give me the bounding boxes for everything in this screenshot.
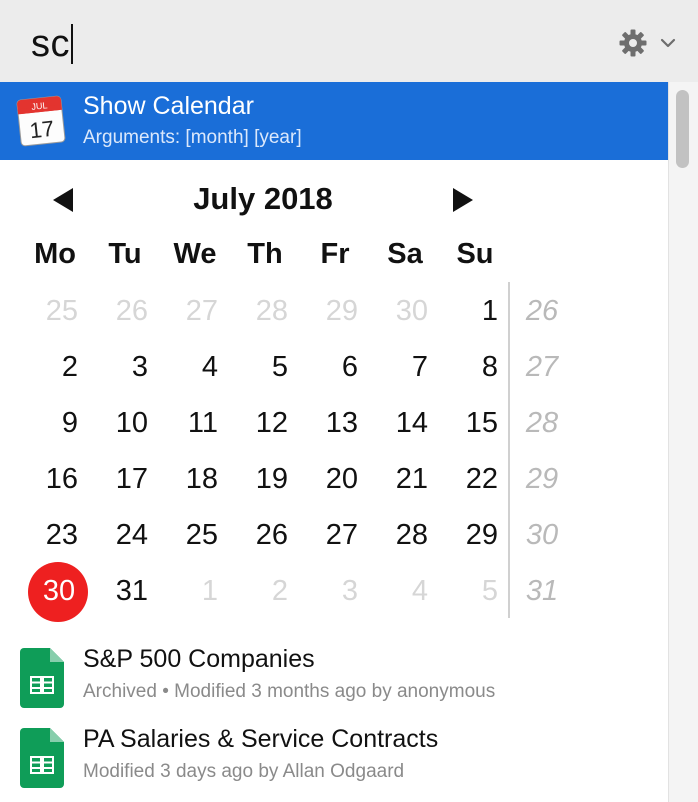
result-title: PA Salaries & Service Contracts [83, 725, 439, 753]
week-number: 26 [525, 295, 559, 327]
calendar-day[interactable]: 25 [20, 293, 90, 329]
calendar-day[interactable]: 4 [370, 573, 440, 609]
calendar-day[interactable]: 7 [370, 349, 440, 385]
week-number: 30 [525, 519, 559, 551]
scrollbar-thumb[interactable] [676, 90, 689, 168]
calendar-day[interactable]: 24 [90, 517, 160, 553]
calendar-day[interactable]: 30 [370, 293, 440, 329]
calendar-day[interactable]: 28 [370, 517, 440, 553]
calendar-icon-month: JUL [31, 100, 48, 112]
calendar-day[interactable]: 19 [230, 461, 300, 497]
weekday-label: We [173, 238, 217, 270]
calendar-icon-day: 17 [28, 116, 55, 143]
google-sheets-icon [20, 648, 64, 708]
text-caret [71, 24, 73, 64]
weekday-label: Mo [34, 238, 76, 270]
search-input[interactable]: sc [31, 22, 73, 66]
calendar-day[interactable]: 2 [230, 573, 300, 609]
result-show-calendar[interactable]: JUL 17 Show Calendar Arguments: [month] … [0, 82, 668, 160]
calendar-day[interactable]: 29 [440, 517, 510, 553]
week-number: 28 [525, 407, 559, 439]
calendar-day[interactable]: 1 [440, 293, 510, 329]
calendar-day[interactable]: 17 [90, 461, 160, 497]
next-month-arrow-icon[interactable] [453, 188, 473, 212]
calendar-day[interactable]: 16 [20, 461, 90, 497]
weekday-label: Tu [108, 238, 142, 270]
calendar-day[interactable]: 11 [160, 405, 230, 441]
calendar-day[interactable]: 18 [160, 461, 230, 497]
calendar-day[interactable]: 26 [230, 517, 300, 553]
search-query: sc [31, 23, 70, 65]
week-number-divider [508, 282, 510, 618]
calendar-day[interactable]: 28 [230, 293, 300, 329]
result-item[interactable]: PA Salaries & Service Contracts Modified… [0, 724, 668, 802]
chevron-down-icon[interactable] [660, 37, 676, 49]
weekday-label: Sa [387, 238, 423, 270]
result-title: S&P 500 Companies [83, 645, 315, 673]
calendar-day[interactable]: 29 [300, 293, 370, 329]
calendar-day[interactable]: 22 [440, 461, 510, 497]
weekday-label: Th [247, 238, 283, 270]
calendar-day[interactable]: 21 [370, 461, 440, 497]
calendar-day[interactable]: 5 [230, 349, 300, 385]
weekday-label: Su [456, 238, 494, 270]
calendar-day[interactable]: 4 [160, 349, 230, 385]
result-item[interactable]: S&P 500 Companies Archived • Modified 3 … [0, 644, 668, 724]
result-subtitle: Arguments: [month] [year] [83, 127, 302, 148]
calendar-day[interactable]: 12 [230, 405, 300, 441]
result-subtitle: Archived • Modified 3 months ago by anon… [83, 681, 496, 702]
calendar-day[interactable]: 26 [90, 293, 160, 329]
calendar-day[interactable]: 14 [370, 405, 440, 441]
calendar-day[interactable]: 9 [20, 405, 90, 441]
gear-icon[interactable] [618, 28, 648, 58]
calendar-day[interactable]: 13 [300, 405, 370, 441]
weekday-label: Fr [320, 238, 350, 270]
calendar-day[interactable]: 2 [20, 349, 90, 385]
calendar-month-title: July 2018 [193, 181, 333, 216]
result-subtitle: Modified 3 days ago by Allan Odgaard [83, 761, 405, 782]
calendar-day[interactable]: 23 [20, 517, 90, 553]
calendar-day[interactable]: 5 [440, 573, 510, 609]
calendar-day[interactable]: 15 [440, 405, 510, 441]
calendar-day[interactable]: 27 [300, 517, 370, 553]
google-sheets-icon [20, 728, 64, 788]
calendar-day[interactable]: 1 [160, 573, 230, 609]
scrollbar-track[interactable] [668, 82, 698, 802]
week-number: 27 [525, 351, 559, 383]
result-title: Show Calendar [83, 92, 254, 120]
calendar-day[interactable]: 27 [160, 293, 230, 329]
calendar-day-today[interactable]: 30 [24, 573, 94, 609]
search-bar: sc [0, 0, 698, 82]
calendar-day[interactable]: 10 [90, 405, 160, 441]
calendar-day[interactable]: 3 [300, 573, 370, 609]
previous-month-arrow-icon[interactable] [53, 188, 73, 212]
calendar-day[interactable]: 8 [440, 349, 510, 385]
calendar-day[interactable]: 20 [300, 461, 370, 497]
calendar-day[interactable]: 25 [160, 517, 230, 553]
calendar-app-icon: JUL 17 [16, 95, 66, 147]
week-number: 31 [525, 575, 559, 607]
calendar-day[interactable]: 6 [300, 349, 370, 385]
calendar-day[interactable]: 31 [90, 573, 160, 609]
week-number: 29 [525, 463, 559, 495]
calendar-day[interactable]: 3 [90, 349, 160, 385]
